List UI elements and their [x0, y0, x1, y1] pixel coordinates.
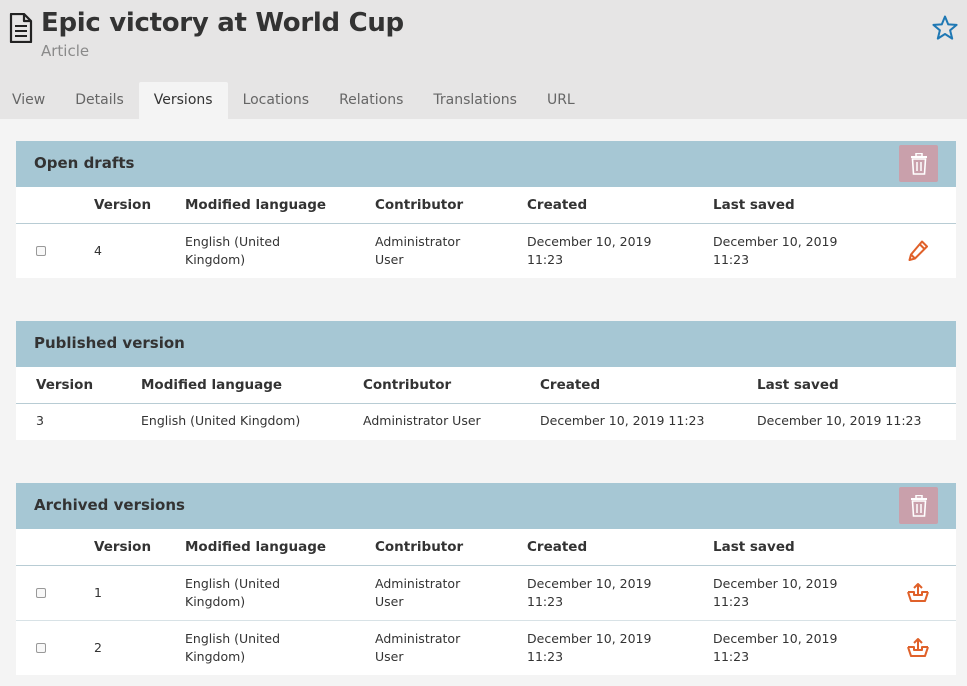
- cell-contributor: Administrator User: [375, 576, 461, 609]
- panel-header: Archived versions: [16, 483, 956, 529]
- column-modified-language[interactable]: Modified language: [141, 377, 282, 393]
- cell-last-saved: December 10, 2019 11:23: [713, 631, 838, 664]
- column-created[interactable]: Created: [527, 197, 587, 213]
- header-divider: [16, 565, 956, 566]
- row-checkbox[interactable]: [36, 588, 46, 598]
- cell-version: 3: [36, 413, 44, 428]
- column-created[interactable]: Created: [540, 377, 600, 393]
- cell-last-saved: December 10, 2019 11:23: [713, 576, 838, 609]
- cell-last-saved: December 10, 2019 11:23: [713, 234, 838, 267]
- pencil-icon[interactable]: [906, 239, 930, 263]
- trash-icon: [910, 494, 927, 517]
- panel-header: Open drafts: [16, 141, 956, 187]
- tab-bar: View Details Versions Locations Relations Tra…: [0, 82, 590, 119]
- content-header: Epic victory at World Cup Article View De…: [0, 0, 967, 119]
- column-version[interactable]: Version: [94, 539, 151, 555]
- cell-version: 2: [94, 640, 102, 655]
- cell-created: December 10, 2019 11:23: [540, 413, 705, 428]
- restore-icon[interactable]: [906, 636, 930, 660]
- header-divider: [16, 223, 956, 224]
- cell-version: 1: [94, 585, 102, 600]
- row-divider: [16, 620, 956, 621]
- tab-details[interactable]: Details: [60, 82, 139, 119]
- row-checkbox[interactable]: [36, 643, 46, 653]
- open-drafts-panel: Open drafts Version Modified language Co…: [16, 141, 956, 278]
- panel-title: Open drafts: [34, 154, 135, 172]
- row-checkbox[interactable]: [36, 246, 46, 256]
- column-version[interactable]: Version: [36, 377, 93, 393]
- panel-header: Published version: [16, 321, 956, 367]
- star-icon[interactable]: [931, 14, 959, 42]
- column-last-saved[interactable]: Last saved: [757, 377, 839, 393]
- column-version[interactable]: Version: [94, 197, 151, 213]
- cell-contributor: Administrator User: [375, 631, 461, 664]
- archived-versions-panel: Archived versions Version Modified langu…: [16, 483, 956, 675]
- cell-language: English (United Kingdom): [185, 631, 281, 664]
- cell-contributor: Administrator User: [363, 413, 481, 428]
- page-title: Epic victory at World Cup: [41, 8, 404, 38]
- panel-title: Published version: [34, 334, 185, 352]
- column-contributor[interactable]: Contributor: [375, 539, 463, 555]
- document-icon: [9, 13, 33, 43]
- content-type-label: Article: [41, 42, 90, 60]
- published-version-panel: Published version Version Modified langu…: [16, 321, 956, 440]
- restore-icon[interactable]: [906, 581, 930, 605]
- column-contributor[interactable]: Contributor: [375, 197, 463, 213]
- cell-version: 4: [94, 243, 102, 258]
- column-created[interactable]: Created: [527, 539, 587, 555]
- tab-url[interactable]: URL: [532, 82, 590, 119]
- column-contributor[interactable]: Contributor: [363, 377, 451, 393]
- cell-created: December 10, 2019 11:23: [527, 631, 652, 664]
- delete-archived-button[interactable]: [899, 487, 938, 524]
- cell-language: English (United Kingdom): [141, 413, 301, 428]
- tab-locations[interactable]: Locations: [228, 82, 325, 119]
- column-modified-language[interactable]: Modified language: [185, 197, 326, 213]
- column-last-saved[interactable]: Last saved: [713, 539, 795, 555]
- column-modified-language[interactable]: Modified language: [185, 539, 326, 555]
- tab-versions[interactable]: Versions: [138, 82, 228, 119]
- column-last-saved[interactable]: Last saved: [713, 197, 795, 213]
- cell-created: December 10, 2019 11:23: [527, 576, 652, 609]
- tab-translations[interactable]: Translations: [418, 82, 532, 119]
- cell-language: English (United Kingdom): [185, 576, 281, 609]
- panel-title: Archived versions: [34, 496, 185, 514]
- tab-relations[interactable]: Relations: [324, 82, 418, 119]
- delete-drafts-button[interactable]: [899, 145, 938, 182]
- cell-contributor: Administrator User: [375, 234, 461, 267]
- cell-language: English (United Kingdom): [185, 234, 281, 267]
- trash-icon: [910, 152, 927, 175]
- tab-view[interactable]: View: [0, 82, 60, 119]
- cell-last-saved: December 10, 2019 11:23: [757, 413, 922, 428]
- header-divider: [16, 403, 956, 404]
- cell-created: December 10, 2019 11:23: [527, 234, 652, 267]
